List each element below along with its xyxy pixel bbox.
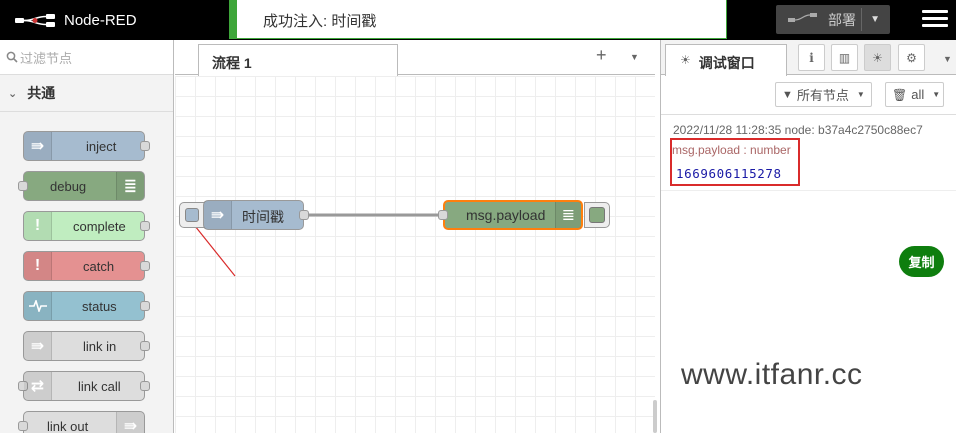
palette-node-complete[interactable]: ! complete [23,211,150,241]
palette-search[interactable]: 过滤节点 [0,40,173,75]
pulse-icon [24,292,52,320]
link-arrow-icon: ⇛ [24,332,52,360]
app-title: Node-RED [64,11,137,29]
main-menu-button[interactable] [922,10,948,30]
book-icon: ▥ [838,50,851,65]
copy-button[interactable]: 复制 [899,246,944,277]
tab-label: 流程 1 [212,55,252,71]
palette-node-link-call[interactable]: ⇄ link call [18,371,150,401]
clear-messages-button[interactable]: 🗑 all ▼ [885,82,944,107]
deploy-label: 部署 [828,11,856,28]
caret-down-icon[interactable]: ▼ [943,54,952,64]
app-header: Node-RED 成功注入: 时间戳 部署 ▼ [0,0,956,40]
node-label: msg.payload [466,207,546,223]
palette-node-debug[interactable]: debug ≣ [18,171,145,201]
filter-label: 所有节点 [796,88,849,103]
bug-icon: ☀ [872,50,883,65]
success-notification: 成功注入: 时间戳 [229,0,727,39]
palette-node-link-out[interactable]: link out ⇛ [18,411,145,433]
output-port[interactable] [140,341,150,351]
output-port[interactable] [140,141,150,151]
palette-node-link-in[interactable]: ⇛ link in [23,331,150,361]
exclamation-icon: ! [24,252,52,280]
tab-debug[interactable]: ☀ 调试窗口 [665,44,787,76]
filter-nodes-button[interactable]: ▼ 所有节点 ▼ [775,82,872,107]
trash-icon: 🗑 [892,87,908,102]
gear-icon: ⚙ [906,50,917,65]
flow-node-inject[interactable]: ⇛ 时间戳 [203,200,309,230]
copy-label: 复制 [908,255,935,270]
inject-trigger-button[interactable] [179,202,205,228]
hamburger-icon [922,10,948,13]
caret-down-icon[interactable]: ▼ [870,14,880,25]
input-port[interactable] [18,421,28,431]
trigger-square [185,208,199,222]
arrow-in-icon: ⇛ [204,201,232,229]
tab-label: 调试窗口 [698,55,755,71]
search-placeholder: 过滤节点 [20,50,73,66]
category-label: 共通 [27,85,56,101]
notification-text: 成功注入: 时间戳 [263,13,377,30]
arrow-in-icon: ⇛ [24,132,52,160]
bug-icon: ☀ [680,53,691,67]
link-call-icon: ⇄ [24,372,52,400]
palette-node-inject[interactable]: ⇛ inject [23,131,150,161]
debug-sidebar: ☀ 调试窗口 i ▥ ☀ ⚙ ▼ ▼ 所有节点 ▼ 🗑 all ▼ 2022/1… [660,40,956,433]
debug-toolbar: ▼ 所有节点 ▼ 🗑 all ▼ [661,76,956,115]
workspace-tabs: 流程 1 + ▼ [175,40,655,76]
search-icon [6,51,18,63]
vertical-scrollbar[interactable] [653,400,657,433]
list-icon: ≣ [116,172,144,200]
plus-icon[interactable]: + [596,45,607,66]
link-arrow-icon: ⇛ [116,412,144,433]
output-port[interactable] [140,381,150,391]
debug-toggle-button[interactable] [584,202,610,228]
settings-button[interactable]: ⚙ [898,44,925,71]
help-button[interactable]: ▥ [831,44,858,71]
output-port[interactable] [140,261,150,271]
chevron-down-icon: ⌄ [8,87,18,100]
info-icon: i [809,50,814,65]
exclamation-icon: ! [24,212,52,240]
deploy-divider [861,8,862,31]
output-port[interactable] [140,301,150,311]
deploy-icon [788,13,817,22]
output-port[interactable] [299,210,309,220]
flow-canvas[interactable]: ⇛ 时间戳 msg.payload ≣ [175,76,655,433]
tab-flow-1[interactable]: 流程 1 [198,44,398,76]
debug-button[interactable]: ☀ [864,44,891,71]
list-icon: ≣ [555,202,581,228]
node-palette: 过滤节点 ⌄ 共通 ⇛ inject debug ≣ ! complete ! … [0,40,174,433]
deploy-button[interactable]: 部署 ▼ [776,5,890,34]
highlight-box [670,138,800,186]
flow-wire[interactable] [175,76,655,433]
message-meta: 2022/11/28 11:28:35 node: b37a4c2750c88e… [673,123,923,137]
palette-node-status[interactable]: status [23,291,150,321]
app-logo: Node-RED [14,0,137,40]
watermark: www.itfanr.cc [681,358,863,391]
caret-down-icon[interactable]: ▼ [630,52,639,62]
info-button[interactable]: i [798,44,825,71]
node-label: 时间戳 [242,209,284,225]
caret-down-icon: ▼ [932,90,941,99]
output-port[interactable] [140,221,150,231]
caret-down-icon: ▼ [856,90,865,99]
clear-label: all [911,87,925,102]
node-red-logo-icon [15,14,55,27]
palette-node-catch[interactable]: ! catch [23,251,150,281]
sidebar-tabbar: ☀ 调试窗口 i ▥ ☀ ⚙ ▼ [661,40,956,76]
palette-category-common[interactable]: ⌄ 共通 [0,75,173,112]
flow-node-debug[interactable]: msg.payload ≣ [438,200,583,230]
input-port[interactable] [438,210,448,220]
toggle-square [589,207,605,223]
input-port[interactable] [18,181,28,191]
filter-icon: ▼ [782,88,793,101]
